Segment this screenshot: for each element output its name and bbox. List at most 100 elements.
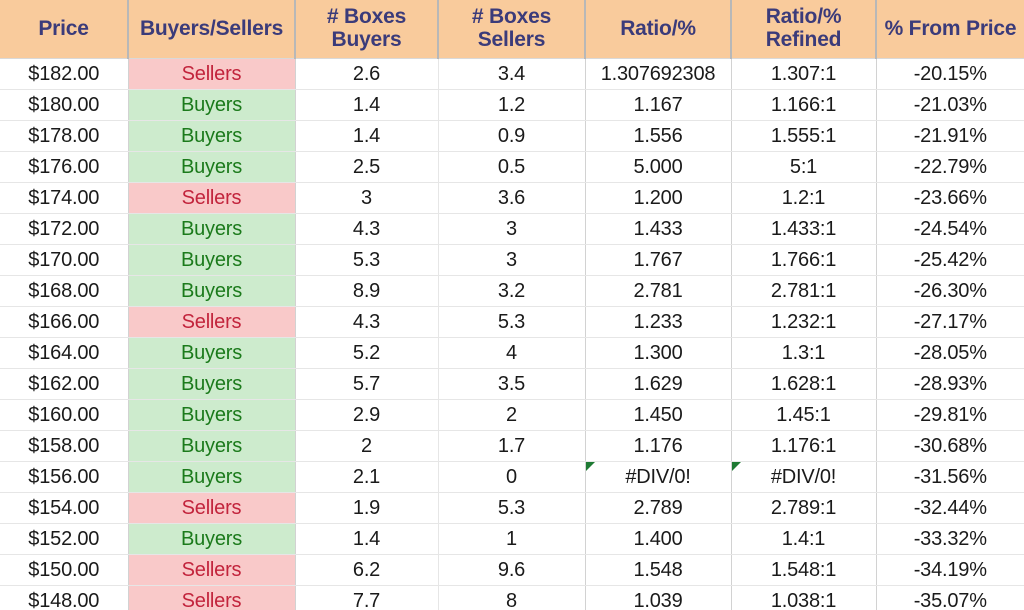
cell-boxes-sellers[interactable]: 3.6 [438,182,586,214]
cell-boxes-buyers[interactable]: 3 [295,182,439,214]
cell-boxes-buyers[interactable]: 2.1 [295,461,439,493]
cell-ratio-refined[interactable]: 1.433:1 [731,213,877,245]
cell-boxes-buyers[interactable]: 2 [295,430,439,462]
cell-ratio-refined[interactable]: 1.307:1 [731,58,877,90]
cell-from-price[interactable]: -27.17% [876,306,1024,338]
cell-from-price[interactable]: -32.44% [876,492,1024,524]
cell-boxes-sellers[interactable]: 4 [438,337,586,369]
cell-price[interactable]: $182.00 [0,58,129,90]
cell-boxes-buyers[interactable]: 2.6 [295,58,439,90]
cell-ratio-refined[interactable]: 1.4:1 [731,523,877,555]
cell-ratio[interactable]: 1.167 [585,89,732,121]
cell-from-price[interactable]: -26.30% [876,275,1024,307]
cell-status[interactable]: Buyers [128,244,296,276]
cell-boxes-buyers[interactable]: 1.4 [295,120,439,152]
cell-boxes-buyers[interactable]: 5.3 [295,244,439,276]
cell-status[interactable]: Sellers [128,58,296,90]
cell-from-price[interactable]: -30.68% [876,430,1024,462]
cell-status[interactable]: Buyers [128,275,296,307]
cell-from-price[interactable]: -31.56% [876,461,1024,493]
cell-ratio-refined[interactable]: 1.628:1 [731,368,877,400]
cell-boxes-buyers[interactable]: 2.9 [295,399,439,431]
cell-ratio-refined[interactable]: 2.789:1 [731,492,877,524]
cell-boxes-sellers[interactable]: 0.9 [438,120,586,152]
cell-status[interactable]: Buyers [128,399,296,431]
column-header-boxes-sellers[interactable]: # Boxes Sellers [438,0,586,59]
cell-ratio[interactable]: 2.781 [585,275,732,307]
cell-from-price[interactable]: -24.54% [876,213,1024,245]
cell-from-price[interactable]: -28.93% [876,368,1024,400]
cell-price[interactable]: $170.00 [0,244,129,276]
cell-boxes-sellers[interactable]: 0 [438,461,586,493]
cell-boxes-buyers[interactable]: 6.2 [295,554,439,586]
cell-ratio-refined[interactable]: 1.548:1 [731,554,877,586]
cell-ratio-refined[interactable]: 1.766:1 [731,244,877,276]
cell-from-price[interactable]: -29.81% [876,399,1024,431]
cell-status[interactable]: Buyers [128,120,296,152]
cell-ratio[interactable]: 1.450 [585,399,732,431]
cell-ratio[interactable]: 1.176 [585,430,732,462]
cell-ratio[interactable]: 1.400 [585,523,732,555]
cell-boxes-buyers[interactable]: 5.7 [295,368,439,400]
cell-boxes-sellers[interactable]: 5.3 [438,306,586,338]
cell-from-price[interactable]: -34.19% [876,554,1024,586]
cell-boxes-sellers[interactable]: 3 [438,244,586,276]
cell-ratio-refined[interactable]: 1.038:1 [731,585,877,610]
cell-ratio-refined[interactable]: 5:1 [731,151,877,183]
cell-ratio-refined[interactable]: 1.3:1 [731,337,877,369]
cell-from-price[interactable]: -35.07% [876,585,1024,610]
cell-boxes-sellers[interactable]: 3 [438,213,586,245]
cell-boxes-sellers[interactable]: 9.6 [438,554,586,586]
cell-ratio[interactable]: 5.000 [585,151,732,183]
cell-ratio[interactable]: 1.767 [585,244,732,276]
cell-ratio-refined[interactable]: 1.176:1 [731,430,877,462]
cell-ratio-refined[interactable]: 1.166:1 [731,89,877,121]
cell-status[interactable]: Buyers [128,430,296,462]
cell-price[interactable]: $162.00 [0,368,129,400]
column-header-ratio-refined[interactable]: Ratio/% Refined [731,0,877,59]
cell-ratio[interactable]: 1.307692308 [585,58,732,90]
cell-status[interactable]: Buyers [128,213,296,245]
cell-boxes-sellers[interactable]: 8 [438,585,586,610]
cell-boxes-sellers[interactable]: 3.2 [438,275,586,307]
cell-status[interactable]: Buyers [128,89,296,121]
cell-from-price[interactable]: -21.91% [876,120,1024,152]
cell-price[interactable]: $168.00 [0,275,129,307]
cell-price[interactable]: $160.00 [0,399,129,431]
cell-from-price[interactable]: -20.15% [876,58,1024,90]
cell-price[interactable]: $178.00 [0,120,129,152]
cell-price[interactable]: $164.00 [0,337,129,369]
cell-boxes-sellers[interactable]: 3.5 [438,368,586,400]
cell-ratio-refined[interactable]: #DIV/0! [731,461,877,493]
cell-boxes-sellers[interactable]: 2 [438,399,586,431]
cell-status[interactable]: Buyers [128,461,296,493]
cell-boxes-sellers[interactable]: 5.3 [438,492,586,524]
cell-price[interactable]: $176.00 [0,151,129,183]
cell-from-price[interactable]: -23.66% [876,182,1024,214]
cell-boxes-buyers[interactable]: 5.2 [295,337,439,369]
cell-status[interactable]: Sellers [128,182,296,214]
cell-ratio[interactable]: 1.629 [585,368,732,400]
cell-status[interactable]: Buyers [128,368,296,400]
cell-ratio-refined[interactable]: 2.781:1 [731,275,877,307]
cell-boxes-buyers[interactable]: 1.4 [295,523,439,555]
column-header-boxes-buyers[interactable]: # Boxes Buyers [295,0,439,59]
column-header-from-price[interactable]: % From Price [876,0,1024,59]
column-header-buyers-sellers[interactable]: Buyers/Sellers [128,0,296,59]
cell-boxes-buyers[interactable]: 4.3 [295,213,439,245]
cell-ratio[interactable]: 2.789 [585,492,732,524]
cell-boxes-buyers[interactable]: 1.4 [295,89,439,121]
cell-from-price[interactable]: -21.03% [876,89,1024,121]
column-header-price[interactable]: Price [0,0,129,59]
cell-price[interactable]: $172.00 [0,213,129,245]
cell-status[interactable]: Sellers [128,585,296,610]
cell-price[interactable]: $158.00 [0,430,129,462]
cell-price[interactable]: $148.00 [0,585,129,610]
cell-boxes-sellers[interactable]: 1.2 [438,89,586,121]
cell-ratio[interactable]: 1.233 [585,306,732,338]
cell-status[interactable]: Sellers [128,554,296,586]
cell-ratio[interactable]: 1.039 [585,585,732,610]
cell-from-price[interactable]: -25.42% [876,244,1024,276]
cell-price[interactable]: $150.00 [0,554,129,586]
cell-ratio-refined[interactable]: 1.45:1 [731,399,877,431]
